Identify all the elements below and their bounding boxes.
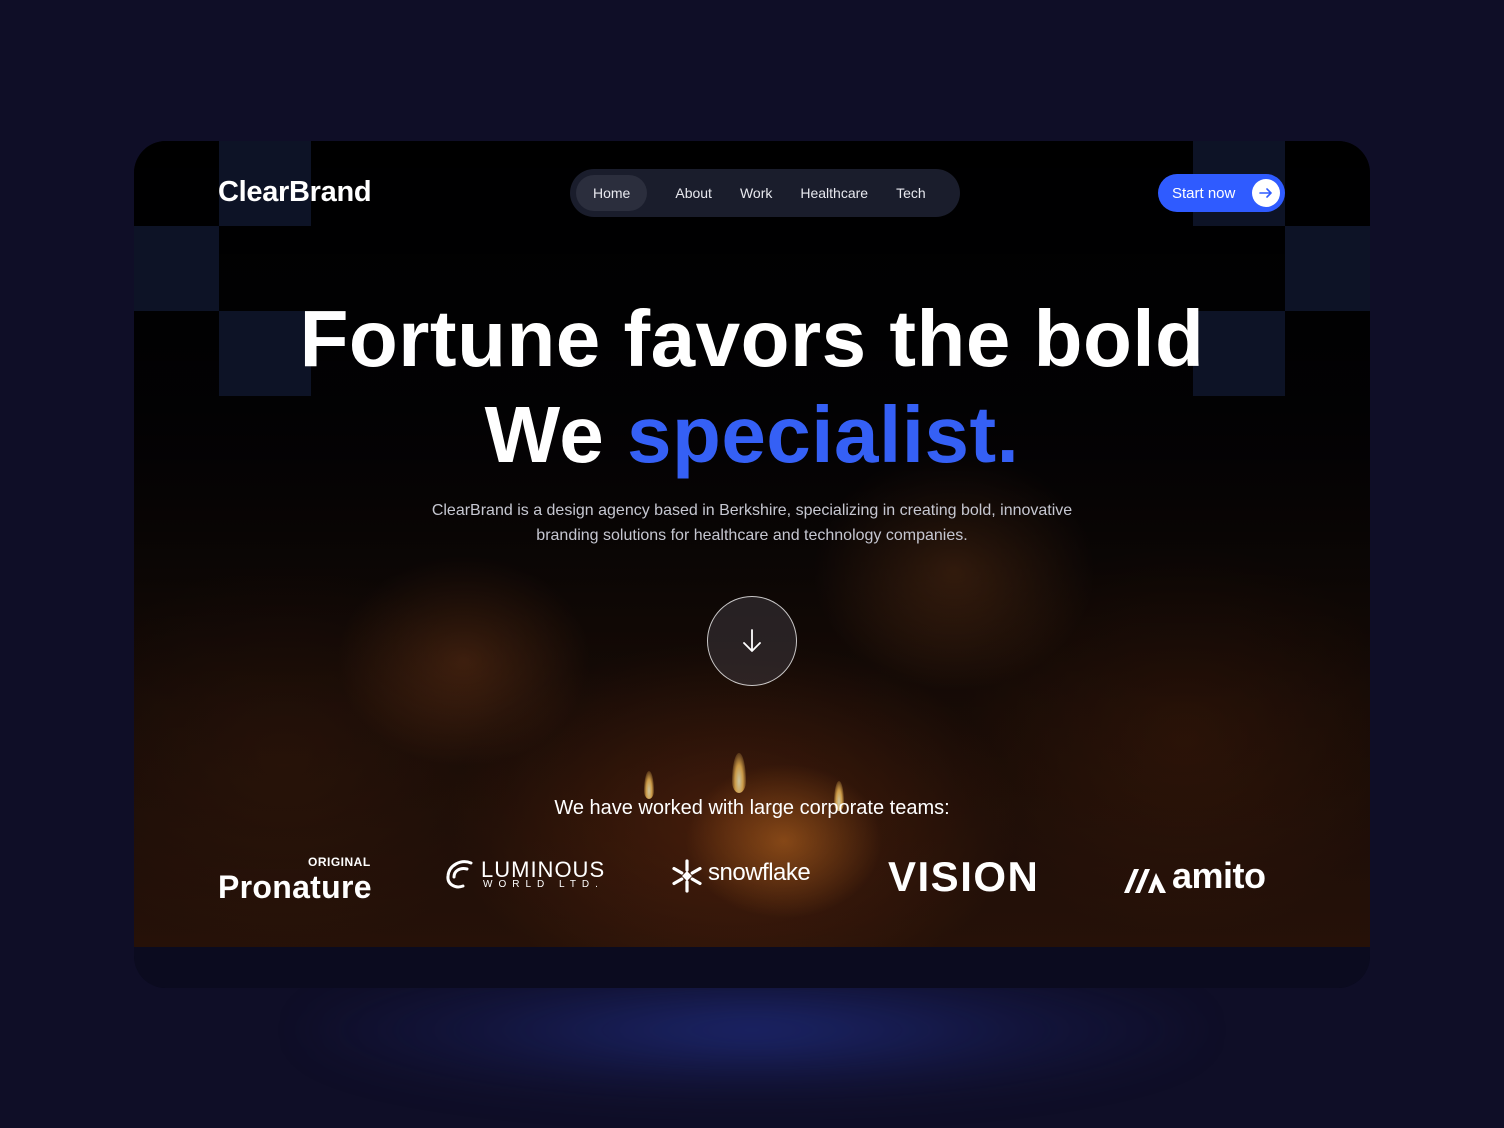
nav-item-about[interactable]: About [661,175,726,211]
start-now-label: Start now [1172,184,1236,202]
scroll-down-button[interactable] [707,596,797,686]
main-nav: Home About Work Healthcare Tech [570,169,960,217]
hero-description-line2: branding solutions for healthcare and te… [536,527,968,544]
logo-snowflake-name: snowflake [708,859,811,886]
client-logos: ORIGINAL Pronature LUMINOUS WORLD LTD. s… [134,841,1370,911]
clients-heading: We have worked with large corporate team… [554,797,950,819]
arrow-right-icon [1252,179,1280,207]
hero-description: ClearBrand is a design agency based in B… [402,498,1102,548]
arrow-down-icon [743,629,761,652]
brand-logo[interactable]: ClearBrand [218,176,372,209]
hero-title-lead: We [484,390,605,479]
logo-pronature-name: Pronature [218,869,372,905]
logo-luminous-tag: WORLD LTD. [483,879,604,890]
hero-description-line1: ClearBrand is a design agency based in B… [431,502,1073,519]
hero-title-line1: Fortune favors the bold [299,294,1205,383]
nav-item-home[interactable]: Home [576,175,648,211]
start-now-button[interactable]: Start now [1158,174,1285,212]
amito-mark-icon [1124,869,1166,893]
luminous-mark-icon [446,860,473,889]
nav-item-tech[interactable]: Tech [882,175,940,211]
logo-amito-name: amito [1172,855,1266,896]
nav-item-work[interactable]: Work [726,175,786,211]
card-footer-strip [134,947,1370,988]
hero-title-accent: specialist. [626,390,1020,479]
snowflake-icon [672,859,702,893]
hero-title-line2: We specialist. [134,389,1370,481]
logo-vision: VISION [888,853,1040,900]
nav-item-healthcare[interactable]: Healthcare [786,175,882,211]
logo-pronature-tag: ORIGINAL [308,855,371,869]
page: ClearBrand Home About Work Healthcare Te… [0,0,1504,1128]
website-card: ClearBrand Home About Work Healthcare Te… [134,141,1370,988]
